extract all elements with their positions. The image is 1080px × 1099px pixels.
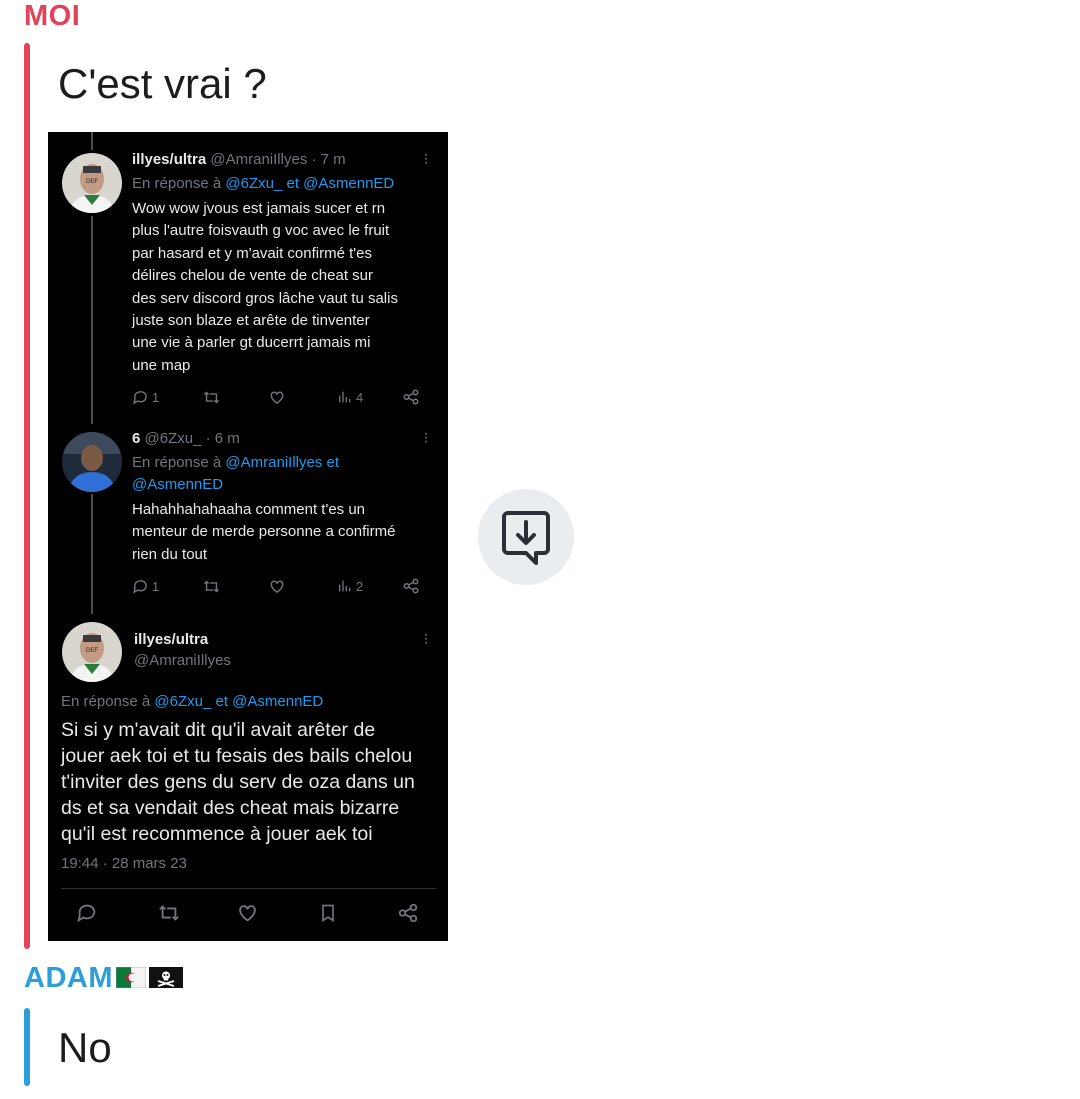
algeria-flag-icon <box>116 966 146 988</box>
sender-name-moi: MOI <box>24 0 81 32</box>
reply-prefix: En réponse à <box>61 693 151 710</box>
tweet-author-handle: @AmraniIllyes <box>210 151 308 168</box>
more-options-icon: · · · <box>423 425 429 450</box>
bookmark-icon <box>318 902 338 929</box>
reply-to-mentions: @6Zxu_ et @AsmennED <box>154 693 324 710</box>
quote-bar-adam <box>24 1008 30 1086</box>
views-icon: 4 <box>337 386 363 408</box>
main-tweet-timestamp: 19:44 · 28 mars 23 <box>61 855 187 872</box>
svg-text:DEF: DEF <box>86 179 98 185</box>
pirate-flag-icon <box>149 966 183 988</box>
tweet-time: · 7 m <box>311 151 346 168</box>
like-icon <box>268 386 286 408</box>
main-tweet-body: Si si y m'avait dit qu'il avait arêter d… <box>61 719 415 845</box>
share-icon <box>397 902 419 929</box>
avatar-6zxu <box>62 432 122 492</box>
tweet-author-handle: @6Zxu_ <box>144 430 202 447</box>
share-icon <box>402 575 420 597</box>
share-icon <box>402 386 420 408</box>
main-tweet-author-name: illyes/ultra <box>134 631 209 648</box>
reply-icon: 1 <box>132 575 159 597</box>
reply-to-mentions: @AmraniIllyes et <box>225 454 339 471</box>
avatar-illyes: DEF <box>62 153 122 213</box>
retweet-icon <box>157 902 181 929</box>
retweet-icon <box>202 386 221 408</box>
message-text-moi: C'est vrai ? <box>58 60 267 107</box>
save-download-icon <box>502 511 550 565</box>
views-icon: 2 <box>337 575 363 597</box>
avatar-illyes-main: DEF <box>62 622 122 682</box>
sender-name-adam: ADAM <box>24 962 183 995</box>
reply-prefix: En réponse à <box>132 454 222 471</box>
message-text-adam: No <box>58 1024 112 1071</box>
save-image-button[interactable] <box>478 489 574 585</box>
tweet-author-name: illyes/ultra <box>132 151 207 168</box>
retweet-icon <box>202 575 221 597</box>
like-icon <box>268 575 286 597</box>
tweet-author-name: 6 <box>132 430 141 447</box>
main-tweet-actions <box>48 902 448 930</box>
thread-line-top <box>91 132 93 150</box>
more-options-icon: · · · <box>423 146 429 171</box>
reply-prefix: En réponse à <box>132 175 222 192</box>
tweet-body: Wow wow jvous est jamais sucer et rn plu… <box>132 200 398 374</box>
tweet-body: Hahahhahahaaha comment t'es un menteur d… <box>132 501 396 563</box>
thread-line-1 <box>91 216 93 424</box>
divider <box>61 888 436 889</box>
tweet-actions: 1 4 <box>132 386 424 410</box>
thread-line-2 <box>91 494 93 614</box>
svg-text:DEF: DEF <box>86 648 98 654</box>
more-options-icon: · · · <box>423 626 429 651</box>
tweet-time: · 6 m <box>205 430 240 447</box>
quote-bar-moi <box>24 43 30 949</box>
reply-icon: 1 <box>132 386 159 408</box>
tweet-actions: 1 2 <box>132 575 424 599</box>
sender-name-adam-label: ADAM <box>24 962 113 994</box>
tweet-screenshot-image[interactable]: DEF illyes/ultra @AmraniIllyes · 7 m · · ·… <box>48 132 448 941</box>
reply-to-mentions: @6Zxu_ et @AsmennED <box>225 175 395 192</box>
like-icon <box>236 902 259 929</box>
reply-to-mentions-2: @AsmennED <box>132 476 224 493</box>
reply-icon <box>76 902 98 929</box>
main-tweet-author-handle: @AmraniIllyes <box>134 652 231 669</box>
